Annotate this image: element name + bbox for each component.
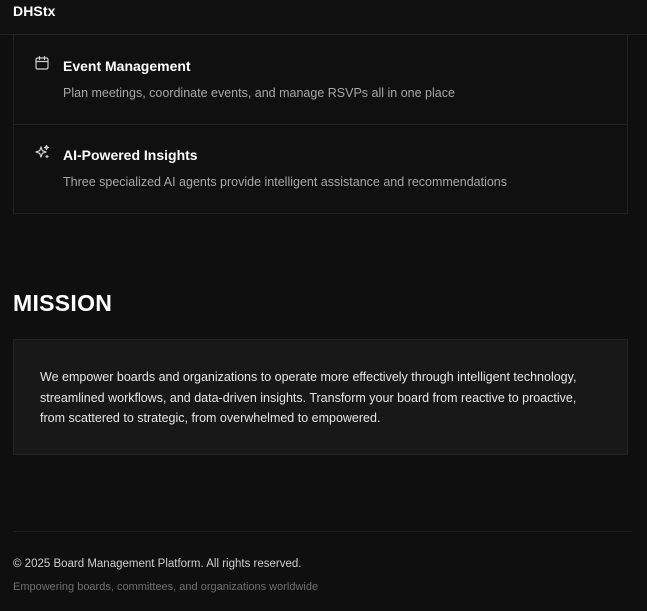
footer-copyright: © 2025 Board Management Platform. All ri… xyxy=(13,558,302,570)
feature-title: AI-Powered Insights xyxy=(63,147,198,163)
feature-description: Plan meetings, coordinate events, and ma… xyxy=(63,86,455,100)
sparkles-icon xyxy=(34,144,50,160)
top-nav-bar: DHStx xyxy=(0,0,647,35)
footer-divider xyxy=(13,531,632,532)
mission-card: We empower boards and organizations to o… xyxy=(13,339,628,455)
calendar-icon xyxy=(34,55,50,71)
mission-heading: MISSION xyxy=(13,290,113,316)
brand-logo-text[interactable]: DHStx xyxy=(13,3,56,19)
feature-description: Three specialized AI agents provide inte… xyxy=(63,175,508,189)
feature-item-ai-insights: AI-Powered Insights Three specialized AI… xyxy=(14,124,627,212)
feature-title: Event Management xyxy=(63,58,191,74)
feature-item-event-management: Event Management Plan meetings, coordina… xyxy=(14,35,627,125)
features-list: Event Management Plan meetings, coordina… xyxy=(13,35,628,214)
mission-text: We empower boards and organizations to o… xyxy=(40,370,577,425)
footer-tagline: Empowering boards, committees, and organ… xyxy=(13,581,319,593)
